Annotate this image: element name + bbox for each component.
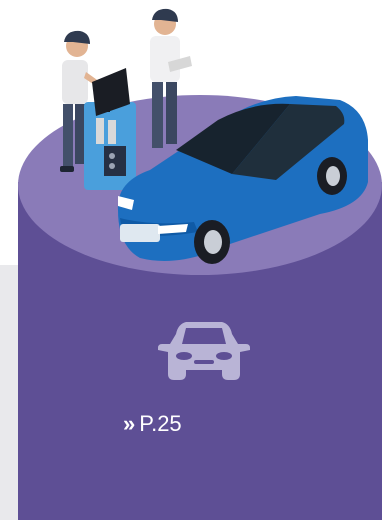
double-chevron-right-icon: » — [123, 411, 136, 436]
technician-right — [150, 8, 192, 148]
diagnostic-station — [84, 68, 136, 190]
page-number-label: P.25 — [139, 411, 182, 436]
page-reference[interactable]: » P.25 — [123, 408, 182, 440]
car-icon — [158, 322, 250, 380]
workshop-illustration — [60, 8, 368, 264]
